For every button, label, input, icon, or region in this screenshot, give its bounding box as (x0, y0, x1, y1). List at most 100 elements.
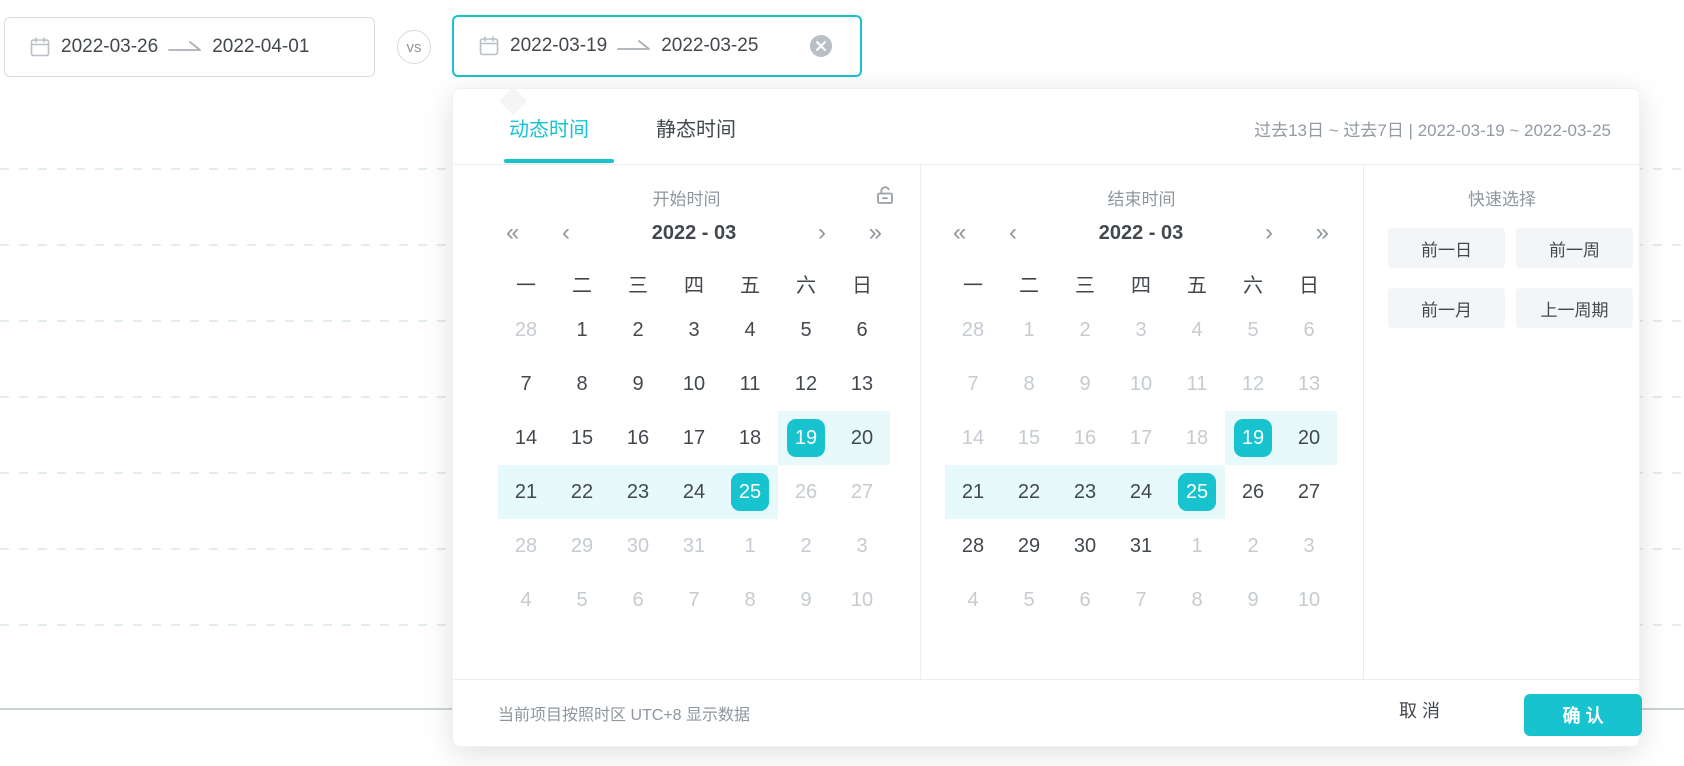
calendar-day-9[interactable]: 9 (610, 357, 666, 411)
quick-select-option-3[interactable]: 上一周期 (1516, 288, 1633, 328)
calendar-day-4[interactable]: 4 (722, 303, 778, 357)
calendar-day-3[interactable]: 3 (1113, 303, 1169, 357)
calendar-day-12[interactable]: 12 (778, 357, 834, 411)
calendar-day-8[interactable]: 8 (1001, 357, 1057, 411)
calendar-day-28[interactable]: 28 (498, 303, 554, 357)
calendar-day-9[interactable]: 9 (1225, 573, 1281, 627)
calendar-day-7[interactable]: 7 (498, 357, 554, 411)
calendar-day-30[interactable]: 30 (1057, 519, 1113, 573)
tab-dynamic-time[interactable]: 动态时间 (509, 113, 589, 142)
calendar-day-23[interactable]: 23 (610, 465, 666, 519)
calendar-day-26[interactable]: 26 (1225, 465, 1281, 519)
calendar-day-30[interactable]: 30 (610, 519, 666, 573)
calendar-day-3[interactable]: 3 (1281, 519, 1337, 573)
calendar-day-5[interactable]: 5 (1001, 573, 1057, 627)
calendar-day-18[interactable]: 18 (722, 411, 778, 465)
calendar-day-19[interactable]: 19 (778, 411, 834, 465)
current-period-input[interactable]: 2022-03-26 2022-04-01 (4, 17, 375, 77)
unlock-icon[interactable] (873, 183, 897, 212)
confirm-button[interactable]: 确 认 (1524, 694, 1642, 736)
calendar-day-1[interactable]: 1 (1169, 519, 1225, 573)
calendar-day-6[interactable]: 6 (834, 303, 890, 357)
calendar-day-28[interactable]: 28 (498, 519, 554, 573)
calendar-day-9[interactable]: 9 (778, 573, 834, 627)
calendar-day-10[interactable]: 10 (1113, 357, 1169, 411)
calendar-day-5[interactable]: 5 (1225, 303, 1281, 357)
calendar-day-13[interactable]: 13 (1281, 357, 1337, 411)
calendar-day-14[interactable]: 14 (498, 411, 554, 465)
quick-select-option-2[interactable]: 前一月 (1388, 288, 1505, 328)
calendar-day-28[interactable]: 28 (945, 303, 1001, 357)
calendar-day-3[interactable]: 3 (666, 303, 722, 357)
calendar-day-4[interactable]: 4 (1169, 303, 1225, 357)
calendar-day-28[interactable]: 28 (945, 519, 1001, 573)
calendar-day-8[interactable]: 8 (554, 357, 610, 411)
calendar-day-12[interactable]: 12 (1225, 357, 1281, 411)
calendar-day-27[interactable]: 27 (1281, 465, 1337, 519)
calendar-day-23[interactable]: 23 (1057, 465, 1113, 519)
calendar-day-10[interactable]: 10 (1281, 573, 1337, 627)
calendar-day-29[interactable]: 29 (1001, 519, 1057, 573)
calendar-day-10[interactable]: 10 (834, 573, 890, 627)
calendar-day-16[interactable]: 16 (1057, 411, 1113, 465)
calendar-day-1[interactable]: 1 (722, 519, 778, 573)
calendar-day-26[interactable]: 26 (778, 465, 834, 519)
cancel-button[interactable]: 取 消 (1399, 697, 1440, 723)
calendar-day-8[interactable]: 8 (722, 573, 778, 627)
calendar-day-2[interactable]: 2 (778, 519, 834, 573)
calendar-day-19[interactable]: 19 (1225, 411, 1281, 465)
calendar-day-14[interactable]: 14 (945, 411, 1001, 465)
calendar-day-4[interactable]: 4 (498, 573, 554, 627)
calendar-day-21[interactable]: 21 (498, 465, 554, 519)
calendar-day-10[interactable]: 10 (666, 357, 722, 411)
calendar-day-7[interactable]: 7 (945, 357, 1001, 411)
calendar-day-8[interactable]: 8 (1169, 573, 1225, 627)
calendar-day-31[interactable]: 31 (666, 519, 722, 573)
calendar-day-22[interactable]: 22 (554, 465, 610, 519)
calendar-day-17[interactable]: 17 (666, 411, 722, 465)
calendar-day-22[interactable]: 22 (1001, 465, 1057, 519)
calendar-day-2[interactable]: 2 (1057, 303, 1113, 357)
calendar-day-15[interactable]: 15 (554, 411, 610, 465)
calendar-day-2[interactable]: 2 (1225, 519, 1281, 573)
calendar-day-6[interactable]: 6 (1281, 303, 1337, 357)
calendar-day-24[interactable]: 24 (1113, 465, 1169, 519)
tab-static-time[interactable]: 静态时间 (656, 113, 736, 142)
calendar-day-3[interactable]: 3 (834, 519, 890, 573)
calendar-day-7[interactable]: 7 (1113, 573, 1169, 627)
calendar-day-18[interactable]: 18 (1169, 411, 1225, 465)
calendar-day-24[interactable]: 24 (666, 465, 722, 519)
calendar-day-20[interactable]: 20 (1281, 411, 1337, 465)
next-year-icon[interactable]: » (869, 215, 882, 251)
calendar-day-9[interactable]: 9 (1057, 357, 1113, 411)
calendar-day-29[interactable]: 29 (554, 519, 610, 573)
calendar-day-25[interactable]: 25 (722, 465, 778, 519)
calendar-day-11[interactable]: 11 (722, 357, 778, 411)
calendar-day-6[interactable]: 6 (1057, 573, 1113, 627)
quick-select-option-0[interactable]: 前一日 (1388, 228, 1505, 268)
calendar-day-17[interactable]: 17 (1113, 411, 1169, 465)
calendar-day-15[interactable]: 15 (1001, 411, 1057, 465)
next-month-icon[interactable]: › (1265, 215, 1273, 251)
calendar-day-6[interactable]: 6 (610, 573, 666, 627)
calendar-day-5[interactable]: 5 (778, 303, 834, 357)
next-year-icon[interactable]: » (1316, 215, 1329, 251)
clear-icon[interactable] (809, 34, 833, 58)
calendar-day-11[interactable]: 11 (1169, 357, 1225, 411)
calendar-day-31[interactable]: 31 (1113, 519, 1169, 573)
next-month-icon[interactable]: › (818, 215, 826, 251)
calendar-day-2[interactable]: 2 (610, 303, 666, 357)
quick-select-option-1[interactable]: 前一周 (1516, 228, 1633, 268)
calendar-day-27[interactable]: 27 (834, 465, 890, 519)
calendar-day-5[interactable]: 5 (554, 573, 610, 627)
calendar-day-1[interactable]: 1 (1001, 303, 1057, 357)
calendar-day-21[interactable]: 21 (945, 465, 1001, 519)
calendar-day-7[interactable]: 7 (666, 573, 722, 627)
compare-period-input[interactable]: 2022-03-19 2022-03-25 (452, 15, 862, 77)
calendar-day-20[interactable]: 20 (834, 411, 890, 465)
calendar-day-4[interactable]: 4 (945, 573, 1001, 627)
calendar-day-25[interactable]: 25 (1169, 465, 1225, 519)
calendar-day-13[interactable]: 13 (834, 357, 890, 411)
calendar-day-1[interactable]: 1 (554, 303, 610, 357)
calendar-day-16[interactable]: 16 (610, 411, 666, 465)
